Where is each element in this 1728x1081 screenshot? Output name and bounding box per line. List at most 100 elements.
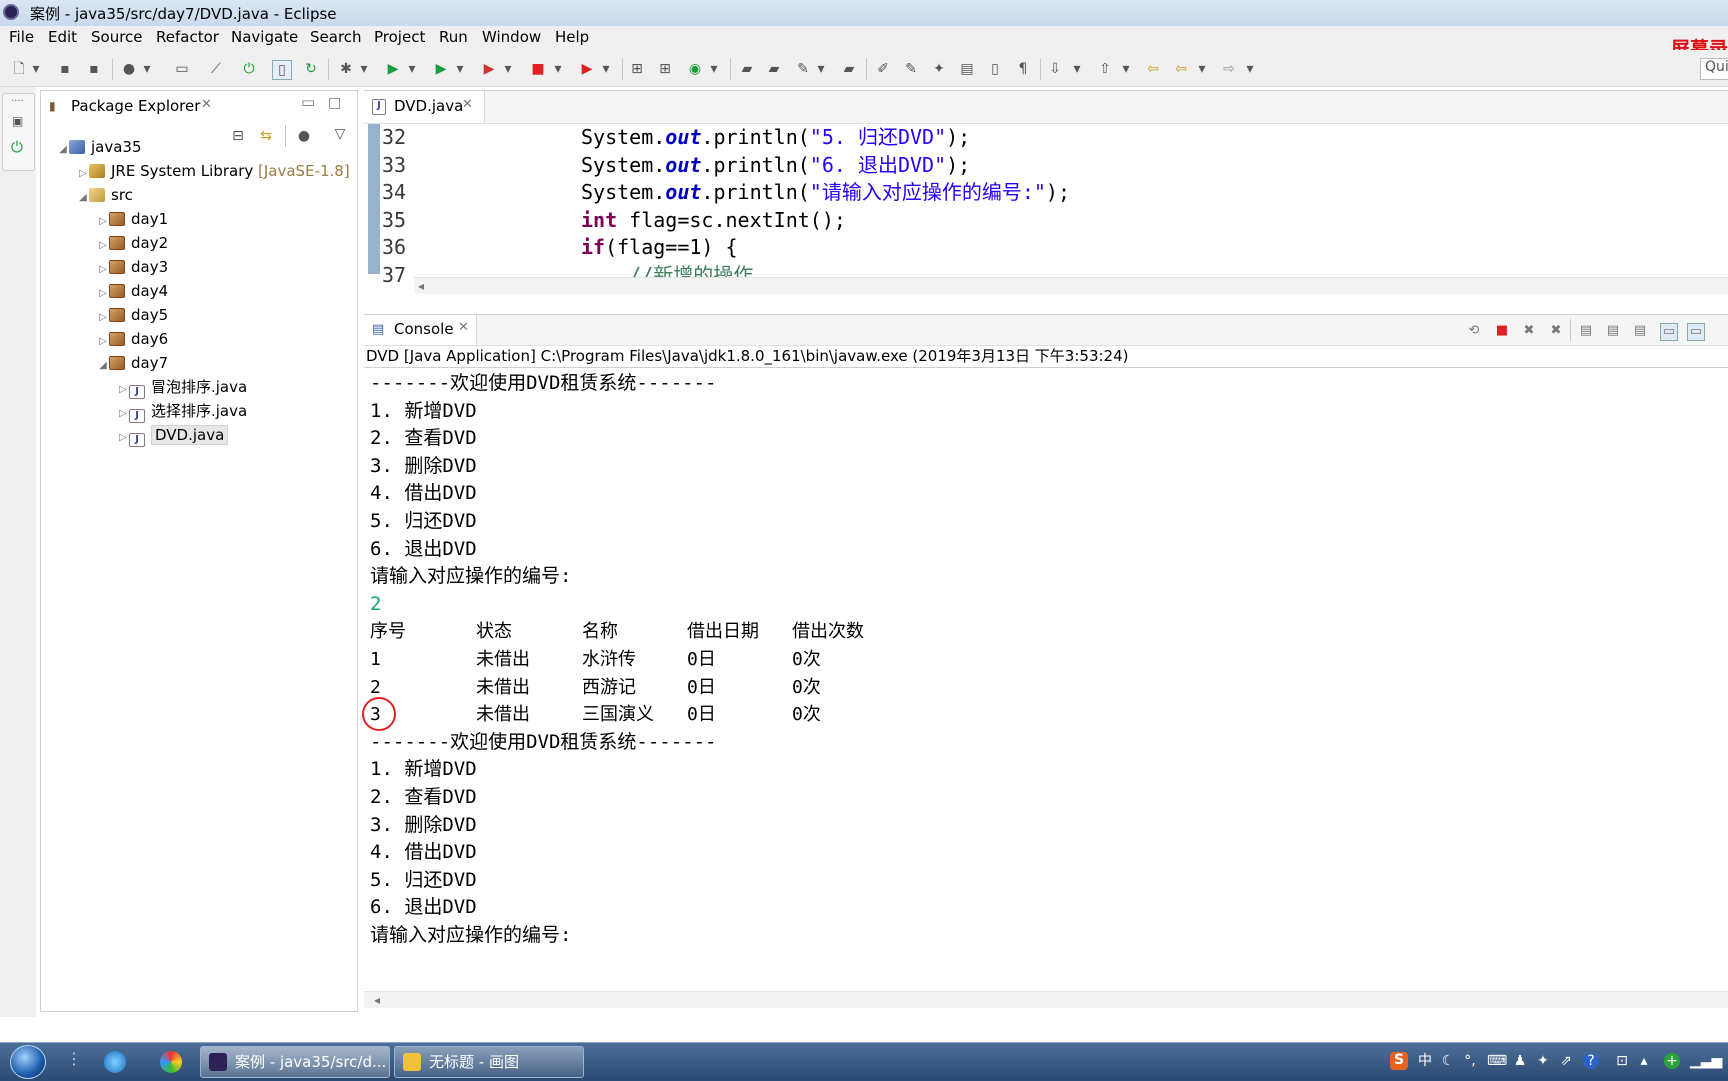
- menu-help[interactable]: Help: [555, 28, 589, 46]
- external-link-icon[interactable]: ⇗: [1558, 1053, 1574, 1069]
- collapsed-arrow-icon[interactable]: ▷: [117, 403, 129, 425]
- minimize-icon[interactable]: ▭: [301, 93, 315, 111]
- terminate-icon[interactable]: ■: [1494, 323, 1510, 339]
- console-view-icon[interactable]: ▭: [173, 60, 191, 78]
- taskbar-button[interactable]: 无标题 - 画图: [394, 1046, 584, 1078]
- update-icon[interactable]: +: [1664, 1053, 1680, 1069]
- console-horizontal-scrollbar[interactable]: ◂: [364, 991, 1728, 1008]
- tree-item-day6[interactable]: ▷ day6: [97, 328, 168, 350]
- view-menu-icon[interactable]: ▽: [331, 125, 349, 143]
- package-explorer-tab[interactable]: ▮ Package Explorer ✕ ▭ □: [41, 91, 357, 121]
- edit-icon[interactable]: ✎: [902, 60, 920, 78]
- console-tab[interactable]: ▤ Console ✕: [364, 315, 477, 345]
- start-button[interactable]: [10, 1045, 46, 1079]
- tree-item-day3[interactable]: ▷ day3: [97, 256, 168, 278]
- editor-tab-dvd-java[interactable]: J DVD.java ✕: [364, 91, 485, 123]
- expanded-arrow-icon[interactable]: ◢: [77, 187, 89, 209]
- pin-icon[interactable]: ⟋: [207, 60, 225, 78]
- close-icon[interactable]: ✕: [458, 320, 469, 335]
- debug-view-icon[interactable]: ⏻: [11, 138, 23, 156]
- collapsed-arrow-icon[interactable]: ▷: [97, 307, 109, 329]
- refresh-icon[interactable]: ↻: [302, 60, 320, 78]
- code-line[interactable]: System.out.println("5. 归还DVD");: [581, 124, 970, 151]
- internet-explorer-icon[interactable]: [104, 1051, 126, 1073]
- external-tools-icon[interactable]: ▶: [480, 60, 498, 78]
- forward-icon[interactable]: ⇨: [1220, 60, 1238, 78]
- tree-item-day1[interactable]: ▷ day1: [97, 208, 168, 230]
- run-dropdown-icon[interactable]: ▾: [406, 60, 418, 78]
- search-icon[interactable]: ✎: [794, 60, 812, 78]
- collapsed-arrow-icon[interactable]: ▷: [117, 379, 129, 401]
- menu-search[interactable]: Search: [310, 28, 362, 46]
- quick-access-input[interactable]: Quic: [1700, 58, 1728, 80]
- wrench-icon[interactable]: ✦: [1535, 1053, 1551, 1069]
- tree-item-day7[interactable]: ◢ day7: [97, 352, 168, 374]
- toggle-breadcrumb-icon[interactable]: ▤: [958, 60, 976, 78]
- tree-item-java[interactable]: ▷ J 选择排序.java: [117, 400, 247, 425]
- link-with-editor-icon[interactable]: ⇆: [257, 127, 275, 145]
- show-on-stderr-icon[interactable]: ▭: [1687, 323, 1705, 341]
- new-icon[interactable]: 🗋: [10, 60, 28, 78]
- keyboard-icon[interactable]: ⌨: [1487, 1053, 1507, 1069]
- restore-icon[interactable]: ▣: [12, 114, 23, 128]
- open-type-icon[interactable]: ▰: [738, 60, 756, 78]
- save-all-icon[interactable]: ▪: [85, 60, 103, 78]
- collapsed-arrow-icon[interactable]: ▷: [97, 211, 109, 233]
- menu-refactor[interactable]: Refactor: [156, 28, 219, 46]
- close-icon[interactable]: ✕: [201, 97, 212, 112]
- menu-project[interactable]: Project: [374, 28, 425, 46]
- collapse-all-icon[interactable]: ⊟: [229, 127, 247, 145]
- scroll-left-icon[interactable]: ◂: [374, 993, 380, 1007]
- collapsed-arrow-icon[interactable]: ▷: [97, 259, 109, 281]
- drag-handle-icon[interactable]: ····: [11, 96, 24, 107]
- previous-annotation-icon[interactable]: ⇧: [1096, 60, 1114, 78]
- menu-file[interactable]: File: [9, 28, 34, 46]
- collapsed-arrow-icon[interactable]: ▷: [97, 331, 109, 353]
- new-class-icon[interactable]: ◉: [686, 60, 704, 78]
- debug-perspective-icon[interactable]: ⏻: [240, 60, 258, 78]
- menu-run[interactable]: Run: [439, 28, 468, 46]
- last-edit-icon[interactable]: ⇦: [1144, 60, 1162, 78]
- network-icon[interactable]: ⊡: [1614, 1053, 1630, 1069]
- new-dropdown-icon[interactable]: ▾: [30, 60, 42, 78]
- tree-item-day4[interactable]: ▷ day4: [97, 280, 168, 302]
- tree-item-src[interactable]: ◢ src: [77, 184, 133, 206]
- collapsed-arrow-icon[interactable]: ▷: [77, 163, 89, 185]
- toggle-view-icon[interactable]: ▯: [272, 60, 292, 80]
- tree-item-day5[interactable]: ▷ day5: [97, 304, 168, 326]
- chrome-icon[interactable]: [160, 1051, 182, 1073]
- remove-all-icon[interactable]: ✖: [1548, 323, 1564, 339]
- menu-navigate[interactable]: Navigate: [231, 28, 298, 46]
- menu-edit[interactable]: Edit: [48, 28, 77, 46]
- tree-item-dvd-java[interactable]: ▷ J DVD.java: [117, 424, 229, 449]
- collapsed-arrow-icon[interactable]: ▷: [117, 427, 129, 449]
- stop-icon[interactable]: ■: [529, 60, 547, 78]
- code-line[interactable]: System.out.println("请输入对应操作的编号:");: [581, 179, 1070, 206]
- mark-icon[interactable]: ✦: [930, 60, 948, 78]
- new-java-project-icon[interactable]: ⊞: [628, 60, 646, 78]
- collapsed-arrow-icon[interactable]: ▷: [97, 283, 109, 305]
- punctuation-icon[interactable]: °,: [1462, 1053, 1478, 1069]
- editor-horizontal-scrollbar[interactable]: ◂: [414, 277, 1728, 294]
- external-tools-dropdown-icon[interactable]: ▾: [502, 60, 514, 78]
- scroll-left-icon[interactable]: ◂: [418, 279, 424, 293]
- terminate-dropdown-icon[interactable]: ▾: [600, 60, 612, 78]
- code-line[interactable]: if(flag==1) {: [581, 234, 738, 261]
- scroll-lock-icon[interactable]: ▤: [1605, 323, 1621, 339]
- back-dropdown-icon[interactable]: ▾: [1196, 60, 1208, 78]
- debug-dropdown-icon[interactable]: ▾: [358, 60, 370, 78]
- show-on-stdout-icon[interactable]: ▭: [1660, 323, 1678, 341]
- coverage-icon[interactable]: ▶: [432, 60, 450, 78]
- help-icon[interactable]: ?: [1583, 1053, 1599, 1069]
- previous-annotation-dropdown-icon[interactable]: ▾: [1120, 60, 1132, 78]
- moon-icon[interactable]: ☾: [1440, 1053, 1456, 1069]
- tree-item-jre-system-library[interactable]: ▷ JRE System Library [JavaSE-1.8]: [77, 160, 350, 182]
- focus-active-task-icon[interactable]: ●: [295, 127, 313, 145]
- annotation-icon[interactable]: ✐: [874, 60, 892, 78]
- pin-console-icon[interactable]: ⟲: [1466, 323, 1482, 339]
- tree-item-day2[interactable]: ▷ day2: [97, 232, 168, 254]
- block-selection-icon[interactable]: ▯: [986, 60, 1004, 78]
- expanded-arrow-icon[interactable]: ◢: [97, 355, 109, 377]
- next-annotation-dropdown-icon[interactable]: ▾: [1071, 60, 1083, 78]
- input-mode[interactable]: 中: [1417, 1053, 1433, 1069]
